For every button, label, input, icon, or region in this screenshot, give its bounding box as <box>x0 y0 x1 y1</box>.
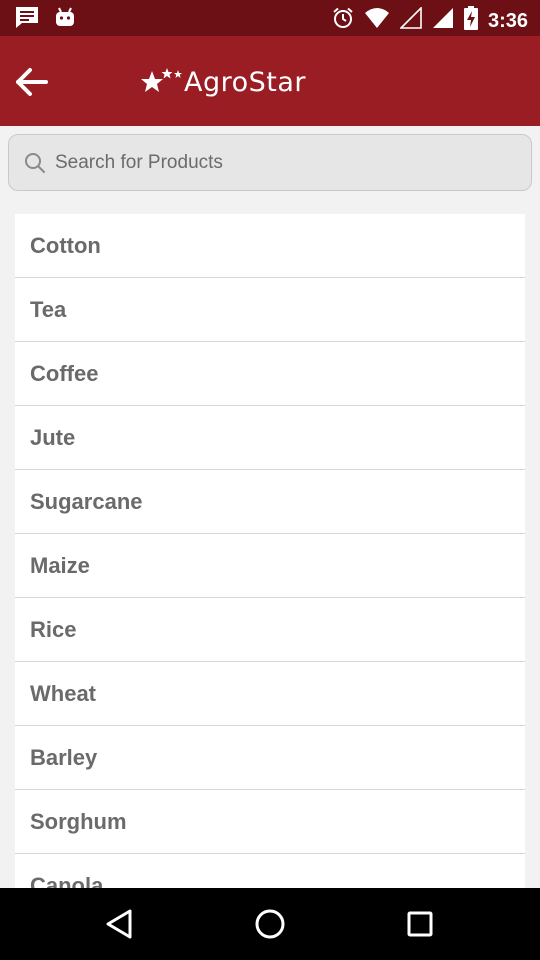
logo-stars-icon <box>141 68 182 92</box>
crop-item-label: Tea <box>30 296 67 322</box>
crop-item-sorghum[interactable]: Sorghum <box>15 790 525 854</box>
crop-item-label: Barley <box>30 744 98 770</box>
nav-home-button[interactable] <box>252 906 288 942</box>
signal-empty-icon <box>399 6 422 34</box>
status-bar: 3:36 <box>0 0 540 36</box>
wifi-icon <box>364 7 390 34</box>
logo-text: AgroStar <box>184 66 307 98</box>
status-left-icons <box>14 5 76 34</box>
app-bar: AgroStar <box>0 36 540 126</box>
crop-item-rice[interactable]: Rice <box>15 598 525 662</box>
crop-item-label: Canola <box>30 872 104 889</box>
crop-item-jute[interactable]: Jute <box>15 406 525 470</box>
status-time: 3:36 <box>487 9 528 32</box>
crop-item-label: Coffee <box>30 360 99 386</box>
recents-square-icon <box>407 911 433 937</box>
home-circle-icon <box>255 909 285 939</box>
arrow-left-icon <box>16 68 48 96</box>
status-right-icons: 3:36 <box>332 6 528 35</box>
agrostar-logo: AgroStar <box>140 60 306 104</box>
crop-item-label: Sugarcane <box>30 488 143 514</box>
back-triangle-icon <box>106 909 132 939</box>
search-icon <box>25 153 45 173</box>
nav-back-button[interactable] <box>102 906 138 942</box>
crop-item-coffee[interactable]: Coffee <box>15 342 525 406</box>
crop-item-canola[interactable]: Canola <box>15 854 525 889</box>
crop-item-sugarcane[interactable]: Sugarcane <box>15 470 525 534</box>
crop-item-label: Rice <box>30 616 77 642</box>
system-nav-bar <box>0 888 540 960</box>
search-input[interactable] <box>55 135 515 190</box>
battery-charging-icon <box>463 6 478 35</box>
alarm-icon <box>332 7 354 34</box>
crop-item-cotton[interactable]: Cotton <box>15 214 525 278</box>
crop-item-barley[interactable]: Barley <box>15 726 525 790</box>
crop-item-label: Sorghum <box>30 808 127 834</box>
crop-item-label: Wheat <box>30 680 96 706</box>
search-bar[interactable] <box>8 134 532 191</box>
crop-item-label: Cotton <box>30 232 101 258</box>
android-icon <box>54 6 76 33</box>
crop-item-wheat[interactable]: Wheat <box>15 662 525 726</box>
signal-icon <box>432 7 454 34</box>
crop-item-label: Jute <box>30 424 76 450</box>
crop-item-tea[interactable]: Tea <box>15 278 525 342</box>
back-button[interactable] <box>12 62 52 102</box>
message-icon <box>14 5 40 34</box>
nav-recents-button[interactable] <box>402 906 438 942</box>
crop-item-label: Maize <box>30 552 90 578</box>
crop-list: Cotton Tea Coffee Jute Sugarcane Maize R… <box>15 214 525 888</box>
crop-item-maize[interactable]: Maize <box>15 534 525 598</box>
